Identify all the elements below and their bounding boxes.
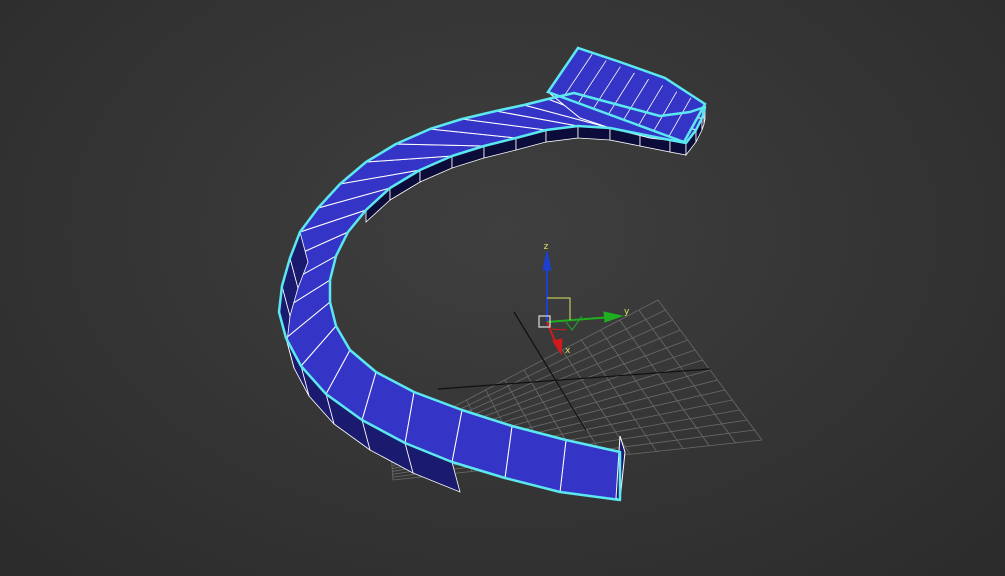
sweep-object[interactable] [277,46,707,502]
gizmo-z-arrow[interactable] [542,250,552,271]
sweep-face [451,409,513,479]
gizmo-z-label: z [544,242,549,252]
transform-gizmo[interactable]: z y x [538,242,630,356]
viewport-scene: z y x [277,46,763,502]
3d-viewport[interactable]: z y x [0,0,1005,576]
grid-line [600,329,684,449]
sweep-face [504,425,567,493]
gizmo-y-label: y [624,307,630,317]
grid-line [657,299,763,441]
grid-axis-line [437,368,711,390]
grid-line [638,309,736,444]
gizmo-yz-plane[interactable] [565,315,583,331]
gizmo-x-label: x [565,346,571,356]
grid-line [619,319,710,446]
gizmo-x-arrow[interactable] [552,338,563,356]
gizmo-xz-plane[interactable] [551,328,567,331]
